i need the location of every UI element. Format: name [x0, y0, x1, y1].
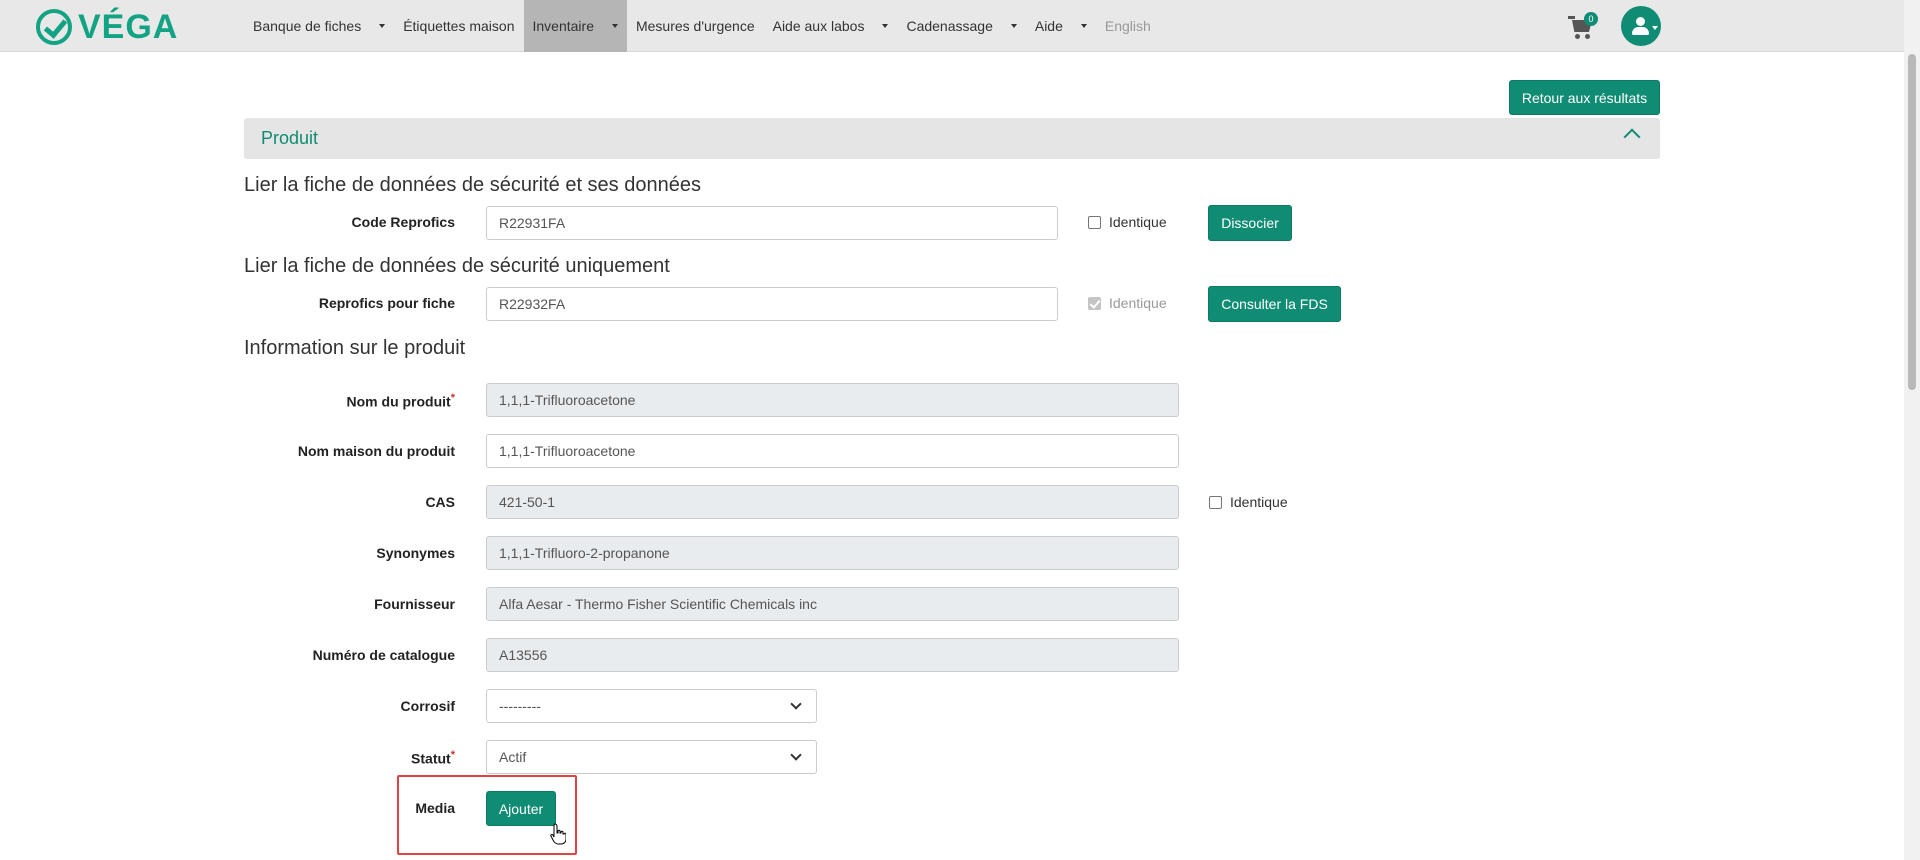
- cart-button[interactable]: 0: [1568, 12, 1598, 40]
- identique-label: Identique: [1109, 295, 1167, 311]
- checkbox-box[interactable]: [1088, 215, 1101, 229]
- identique-checkbox-fiche: Identique: [1088, 295, 1167, 311]
- checkbox-box-checked: [1088, 296, 1101, 310]
- panel-title: Produit: [261, 128, 319, 148]
- synonyms-value: 1,1,1-Trifluoro-2-propanone: [499, 545, 670, 561]
- cart-wheel: [1585, 34, 1590, 39]
- checkmark-logo-icon: [36, 9, 72, 45]
- hand-cursor-icon: [550, 823, 566, 845]
- back-to-results-label: Retour aux résultats: [1521, 89, 1648, 106]
- product-panel-header[interactable]: Produit: [244, 118, 1660, 159]
- status-select[interactable]: Actif: [486, 740, 817, 774]
- corrosive-selected-value: ---------: [499, 698, 541, 714]
- code-reprofics-label: Code Reprofics: [351, 214, 455, 230]
- nav-item-cadenassage[interactable]: Cadenassage: [897, 0, 1025, 52]
- consulter-fds-label: Consulter la FDS: [1221, 296, 1328, 312]
- nav-item-mesures-urgence[interactable]: Mesures d'urgence: [627, 0, 764, 52]
- cas-label: CAS: [425, 494, 455, 510]
- status-label-text: Statut: [411, 750, 451, 767]
- user-menu-button[interactable]: [1621, 6, 1661, 46]
- chevron-down-icon: [790, 749, 802, 761]
- scrollbar-thumb[interactable]: [1908, 54, 1916, 390]
- section-heading-link-sheet: Lier la fiche de données de sécurité uni…: [244, 255, 670, 277]
- reprofics-pour-fiche-input[interactable]: R22932FA: [486, 287, 1058, 321]
- nav-item-label: Inventaire: [532, 18, 594, 34]
- chevron-down-icon: [790, 698, 802, 710]
- caret-down-icon: [882, 24, 889, 28]
- identique-label: Identique: [1109, 214, 1167, 230]
- product-name-input: 1,1,1-Trifluoroacetone: [486, 383, 1179, 417]
- house-name-value: 1,1,1-Trifluoroacetone: [499, 443, 636, 459]
- house-name-input[interactable]: 1,1,1-Trifluoroacetone: [486, 434, 1179, 468]
- top-navbar: VÉGA Banque de fiches Étiquettes maison …: [0, 0, 1920, 52]
- caret-down-icon: [611, 24, 618, 28]
- chevron-up-icon[interactable]: [1623, 128, 1641, 146]
- caret-down-icon: [1652, 26, 1658, 30]
- reprofics-pour-fiche-value: R22932FA: [499, 296, 566, 312]
- product-name-label-text: Nom du produit: [346, 393, 451, 410]
- nav-item-label: Aide: [1034, 18, 1063, 34]
- catalog-number-label: Numéro de catalogue: [312, 647, 455, 663]
- caret-down-icon: [1080, 24, 1087, 28]
- house-name-label: Nom maison du produit: [297, 443, 455, 459]
- section-heading-product-info: Information sur le produit: [244, 337, 466, 359]
- main-nav: Banque de fiches Étiquettes maison Inven…: [244, 0, 1160, 52]
- user-icon: [1636, 17, 1645, 26]
- supplier-input: Alfa Aesar - Thermo Fisher Scientific Ch…: [486, 587, 1179, 621]
- status-label: Statut*: [411, 749, 455, 767]
- supplier-label: Fournisseur: [374, 596, 455, 612]
- code-reprofics-value: R22931FA: [499, 215, 566, 231]
- status-selected-value: Actif: [499, 749, 527, 765]
- section-heading-link-all: Lier la fiche de données de sécurité et …: [244, 174, 701, 196]
- cart-icon: [1568, 16, 1575, 19]
- dissocier-button[interactable]: Dissocier: [1208, 205, 1292, 241]
- identique-checkbox-code[interactable]: Identique: [1088, 214, 1167, 230]
- code-reprofics-input[interactable]: R22931FA: [486, 206, 1058, 240]
- synonyms-input: 1,1,1-Trifluoro-2-propanone: [486, 536, 1179, 570]
- user-icon-body: [1632, 27, 1649, 35]
- nav-item-etiquettes-maison[interactable]: Étiquettes maison: [394, 0, 523, 52]
- nav-item-label: Banque de fiches: [253, 18, 362, 34]
- nav-item-aide-aux-labos[interactable]: Aide aux labos: [764, 0, 898, 52]
- page-scrollbar[interactable]: [1904, 0, 1920, 860]
- nav-item-label: Aide aux labos: [772, 18, 865, 34]
- supplier-value: Alfa Aesar - Thermo Fisher Scientific Ch…: [499, 596, 817, 612]
- caret-down-icon: [1010, 24, 1017, 28]
- nav-item-label: Mesures d'urgence: [635, 18, 755, 34]
- identique-checkbox-cas[interactable]: Identique: [1209, 494, 1288, 510]
- back-to-results-button[interactable]: Retour aux résultats: [1509, 80, 1660, 115]
- product-name-value: 1,1,1-Trifluoroacetone: [499, 392, 636, 408]
- cart-wheel: [1575, 34, 1580, 39]
- synonyms-label: Synonymes: [376, 545, 455, 561]
- nav-item-english[interactable]: English: [1096, 0, 1160, 52]
- nav-item-label: Cadenassage: [906, 18, 993, 34]
- required-marker: *: [450, 749, 455, 761]
- nav-item-aide[interactable]: Aide: [1026, 0, 1096, 52]
- reprofics-pour-fiche-label: Reprofics pour fiche: [318, 295, 455, 311]
- brand-logo[interactable]: VÉGA: [36, 8, 178, 46]
- identique-label: Identique: [1230, 494, 1288, 510]
- product-name-label: Nom du produit*: [347, 392, 455, 410]
- dissocier-label: Dissocier: [1221, 215, 1279, 231]
- corrosive-label: Corrosif: [400, 698, 455, 714]
- caret-down-icon: [379, 24, 386, 28]
- nav-item-banque-de-fiches[interactable]: Banque de fiches: [244, 0, 394, 52]
- corrosive-select[interactable]: ---------: [486, 689, 817, 723]
- brand-name: VÉGA: [78, 8, 179, 46]
- cas-input: 421-50-1: [486, 485, 1179, 519]
- cas-value: 421-50-1: [499, 494, 556, 510]
- nav-item-label: Étiquettes maison: [403, 18, 515, 34]
- checkbox-box[interactable]: [1209, 495, 1222, 509]
- catalog-number-input: A13556: [486, 638, 1179, 672]
- required-marker: *: [450, 392, 455, 404]
- catalog-number-value: A13556: [499, 647, 548, 663]
- consulter-fds-button[interactable]: Consulter la FDS: [1208, 286, 1341, 322]
- cart-count-badge: 0: [1584, 12, 1598, 26]
- nav-item-inventaire[interactable]: Inventaire: [523, 0, 627, 52]
- nav-item-label: English: [1104, 18, 1151, 34]
